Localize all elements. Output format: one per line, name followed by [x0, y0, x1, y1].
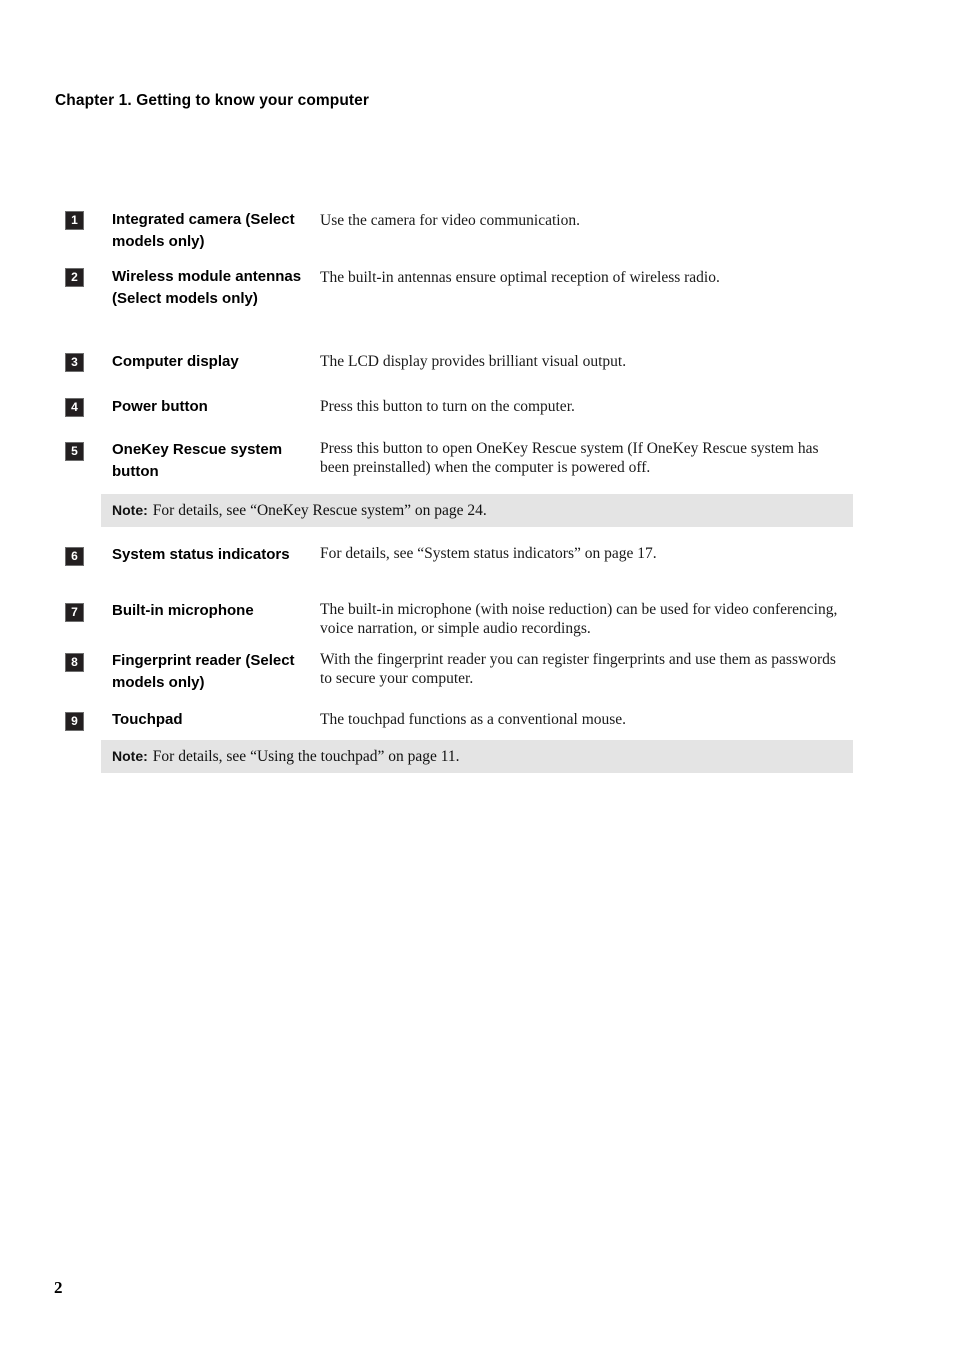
item-label: Built-in microphone: [112, 602, 254, 619]
item-description: The built-in microphone (with noise redu…: [320, 601, 838, 637]
note-label: Note:: [112, 502, 148, 518]
item-description: With the fingerprint reader you can regi…: [320, 651, 836, 687]
note-box: Note: For details, see “Using the touchpa…: [101, 740, 853, 773]
item-number-badge: 5: [65, 442, 84, 461]
item-label: Integrated camera (Select models only): [112, 211, 295, 250]
chapter-header: Chapter 1. Getting to know your computer: [55, 92, 370, 109]
item-label: Touchpad: [112, 711, 183, 728]
page-number: 2: [54, 1278, 63, 1297]
item-description: The touchpad functions as a conventional…: [320, 711, 627, 728]
item-number-badge: 9: [65, 712, 84, 731]
item-number-badge: 1: [65, 211, 84, 230]
item-label: OneKey Rescue system button: [112, 441, 283, 480]
item-number-badge: 7: [65, 603, 84, 622]
item-description: Press this button to turn on the compute…: [320, 398, 575, 415]
item-description: Use the camera for video communication.: [320, 212, 580, 229]
item-number-badge: 4: [65, 398, 84, 417]
note-label: Note:: [112, 748, 148, 764]
note-box: Note: For details, see “OneKey Rescue sys…: [101, 494, 853, 527]
item-description: Press this button to open OneKey Rescue …: [320, 440, 819, 476]
item-label: Wireless module antennas (Select models …: [112, 268, 302, 307]
item-description: The built-in antennas ensure optimal rec…: [320, 269, 720, 286]
document-page: Chapter 1. Getting to know your computer…: [0, 0, 954, 1352]
item-description: For details, see “System status indicato…: [320, 545, 657, 562]
item-number-badge: 6: [65, 547, 84, 566]
item-number-badge: 3: [65, 353, 84, 372]
item-label: System status indicators: [112, 546, 290, 563]
item-number-badge: 2: [65, 268, 84, 287]
item-description: The LCD display provides brilliant visua…: [320, 353, 627, 370]
item-label: Fingerprint reader (Select models only): [112, 652, 295, 691]
item-label: Power button: [112, 398, 208, 415]
item-number-badge: 8: [65, 653, 84, 672]
item-label: Computer display: [112, 353, 239, 370]
note-text: For details, see “OneKey Rescue system” …: [152, 502, 487, 519]
note-text: For details, see “Using the touchpad” on…: [152, 748, 460, 765]
